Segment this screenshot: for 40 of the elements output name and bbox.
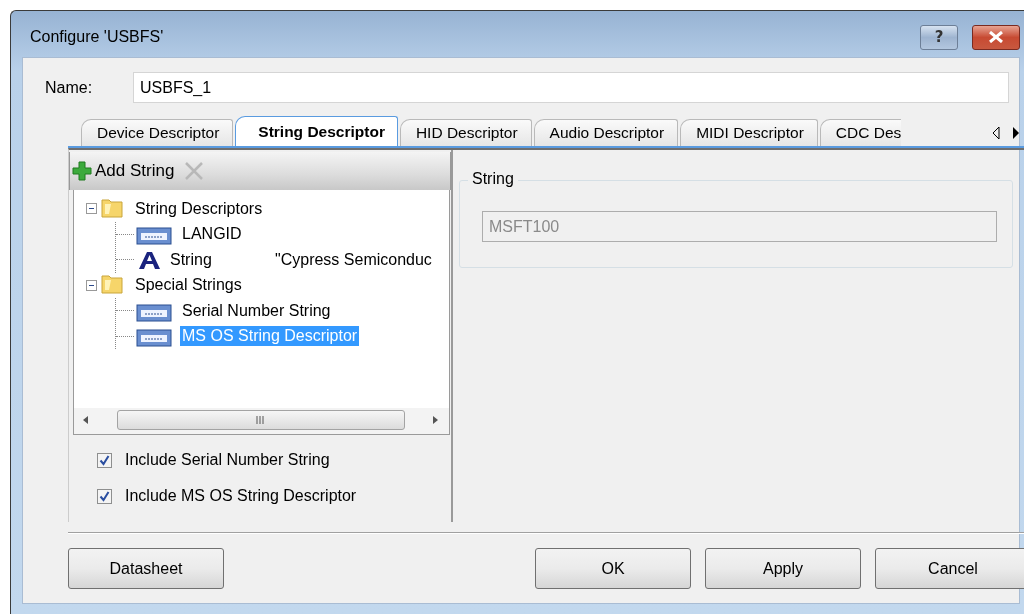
tree-item-value: "Cypress Semiconduc: [275, 250, 432, 269]
close-icon: [988, 31, 1004, 43]
collapse-icon[interactable]: [86, 279, 97, 291]
tree-item[interactable]: String: [168, 249, 275, 270]
checkbox[interactable]: [97, 488, 112, 504]
tab[interactable]: CDC Des: [819, 119, 902, 146]
dialog-button[interactable]: Cancel: [875, 548, 1024, 589]
scroll-left-icon[interactable]: [82, 415, 90, 425]
scroll-left-icon[interactable]: [991, 126, 1001, 140]
scrollbar-thumb[interactable]: [116, 410, 405, 430]
tab[interactable]: String Descriptor: [235, 116, 398, 146]
checkbox-label: Include MS OS String Descriptor: [125, 487, 357, 505]
checkbox-label: Include Serial Number String: [125, 451, 330, 469]
tree-item[interactable]: Special Strings: [133, 275, 244, 296]
help-button[interactable]: ?: [920, 24, 958, 50]
plus-icon: [72, 161, 92, 181]
delete-icon: [184, 161, 205, 181]
folder-icon: [101, 196, 125, 221]
dialog-button[interactable]: Apply: [705, 548, 861, 589]
tab[interactable]: HID Descriptor: [399, 119, 532, 146]
group-title: String: [468, 170, 518, 188]
dialog-button[interactable]: Datasheet: [68, 548, 224, 589]
tab[interactable]: Device Descriptor: [81, 119, 234, 146]
tree-item[interactable]: Serial Number String: [180, 300, 333, 321]
scroll-right-icon[interactable]: [1011, 126, 1021, 140]
tree-item[interactable]: String Descriptors: [133, 198, 265, 219]
horizontal-scrollbar[interactable]: [74, 408, 449, 434]
name-field[interactable]: USBFS_1: [133, 72, 1009, 103]
scroll-right-icon[interactable]: [431, 415, 439, 425]
window-title: Configure 'USBFS': [30, 27, 165, 46]
add-string-button[interactable]: Add String: [72, 161, 175, 181]
close-button[interactable]: [972, 24, 1020, 50]
dialog-button[interactable]: OK: [535, 548, 691, 589]
checkbox[interactable]: [97, 452, 112, 468]
grip-icon: [256, 416, 265, 424]
tab[interactable]: Audio Descriptor: [533, 119, 679, 146]
collapse-icon[interactable]: [86, 203, 97, 215]
tab[interactable]: MIDI Descriptor: [680, 119, 818, 146]
tree-item[interactable]: LANGID: [180, 224, 244, 245]
name-label: Name:: [45, 78, 94, 97]
